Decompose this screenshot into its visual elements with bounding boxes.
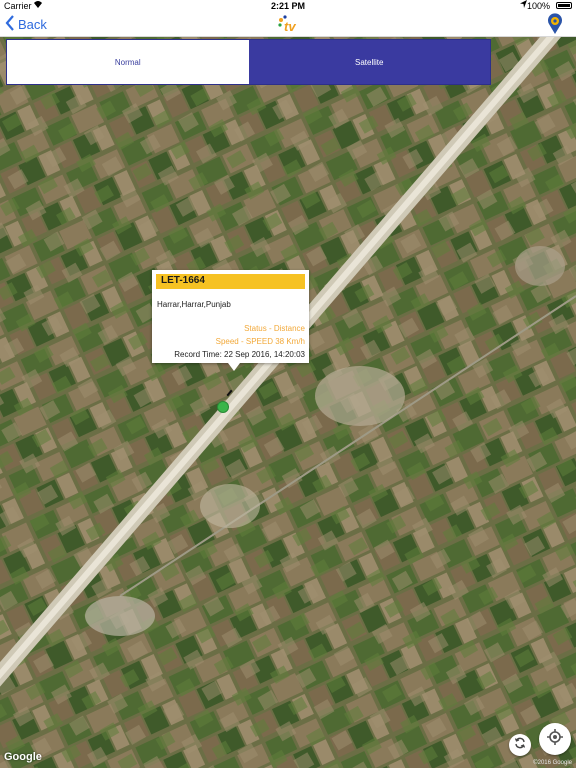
vehicle-title: LET-1664 (161, 275, 205, 286)
segment-normal[interactable]: Normal (7, 40, 249, 84)
map-type-segmented-control: Normal Satellite (6, 39, 491, 85)
segment-satellite[interactable]: Satellite (248, 40, 490, 84)
battery-percent: 100% (526, 1, 550, 11)
logo-text: tv (284, 19, 296, 34)
map-copyright: ©2016 Google (533, 760, 572, 766)
refresh-icon (514, 736, 526, 754)
crosshair-icon (546, 728, 564, 751)
google-logo: Google (4, 751, 42, 763)
my-location-button[interactable] (539, 723, 571, 755)
vehicle-marker[interactable] (217, 401, 229, 413)
app-logo: tv (276, 14, 302, 34)
info-window-pointer (228, 363, 240, 371)
refresh-button[interactable] (509, 734, 531, 756)
map-pin-icon[interactable] (546, 13, 564, 35)
nav-bar: Back tv (0, 12, 576, 37)
back-button[interactable]: Back (5, 14, 47, 34)
back-label: Back (18, 16, 47, 32)
vehicle-info-window[interactable]: LET-1664 Harrar,Harrar,Punjab Status - D… (152, 270, 309, 371)
vehicle-address: Harrar,Harrar,Punjab (157, 300, 231, 309)
chevron-left-icon (5, 14, 15, 34)
status-time: 2:21 PM (270, 1, 305, 11)
vehicle-status: Status - Distance (244, 324, 305, 333)
battery-icon (556, 2, 572, 9)
satellite-map[interactable] (0, 36, 576, 768)
status-bar: Carrier 2:21 PM 100% (0, 0, 576, 12)
marker-direction-indicator (226, 389, 233, 397)
info-title-bar: LET-1664 (156, 274, 305, 289)
vehicle-speed: Speed - SPEED 38 Km/h (215, 337, 305, 346)
record-time: Record Time: 22 Sep 2016, 14:20:03 (174, 350, 305, 359)
